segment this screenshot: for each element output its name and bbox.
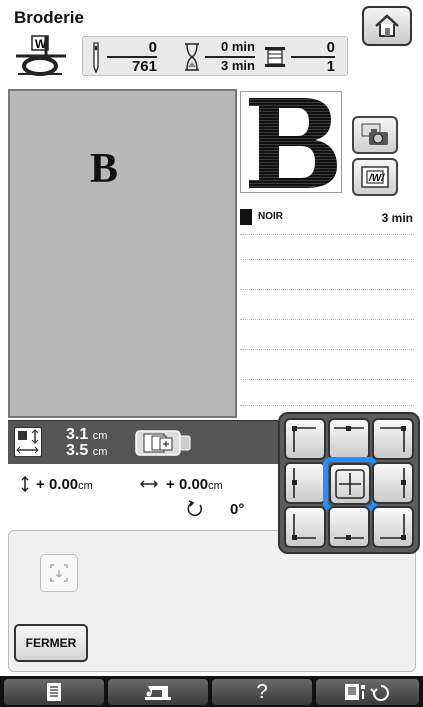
center-crosshair-icon	[335, 469, 365, 499]
pad-top-left-button[interactable]	[284, 418, 326, 460]
color-total: 1	[326, 58, 335, 75]
sewing-sheet-button[interactable]	[4, 679, 104, 705]
thread-color-name: NOIR	[258, 211, 283, 222]
bottom-right-corner-icon	[380, 514, 406, 540]
color-list-divider	[240, 234, 414, 235]
settings-button[interactable]	[316, 679, 419, 705]
start-position-pad	[278, 412, 420, 554]
help-button[interactable]: ?	[212, 679, 312, 705]
top-center-icon	[334, 426, 364, 431]
letter-b-stitch-image	[249, 98, 337, 188]
sewing-machine-icon	[145, 686, 171, 700]
horizontal-offset-icon	[140, 480, 158, 488]
needle-icon	[93, 42, 99, 73]
home-button[interactable]	[362, 6, 412, 46]
time-total: 3 min	[221, 58, 255, 73]
time-current: 0 min	[221, 39, 255, 54]
middle-left-icon	[292, 468, 297, 498]
pad-middle-left-button[interactable]	[284, 462, 326, 504]
color-list-item[interactable]: NOIR 3 min	[240, 206, 423, 232]
pad-middle-right-button[interactable]	[372, 462, 414, 504]
pattern-thumbnail	[240, 91, 342, 193]
color-current: 0	[326, 39, 335, 56]
hourglass-icon	[185, 43, 199, 71]
stitch-stats-bar: 0 761 0 min 3 min 0 1	[82, 36, 348, 76]
settings-machine-icon	[344, 684, 389, 701]
rotation-icon	[187, 500, 203, 517]
thread-color-time: 3 min	[381, 211, 413, 225]
home-icon	[375, 14, 399, 37]
preview-letter: B	[90, 146, 118, 192]
stitch-view-button[interactable]: /W/	[352, 158, 398, 196]
bottom-left-corner-icon	[292, 514, 316, 540]
pad-top-center-button[interactable]	[328, 418, 370, 460]
vertical-offset-icon	[21, 476, 29, 492]
pad-bottom-right-button[interactable]	[372, 506, 414, 548]
stitch-view-icon: /W/	[361, 166, 389, 188]
pad-center-button[interactable]	[329, 463, 371, 505]
color-list-divider	[240, 405, 414, 406]
rotation-angle: 0°	[230, 501, 245, 518]
size-info-bar: 3.1 cm 3.5 cm	[8, 420, 278, 464]
offset-info: + 0.00cm + 0.00cm 0°	[8, 470, 278, 530]
color-list-divider	[240, 349, 414, 350]
color-list-divider	[240, 259, 414, 260]
svg-text:/W/: /W/	[368, 173, 385, 184]
stitch-current: 0	[148, 39, 157, 56]
thread-color-swatch	[240, 209, 252, 225]
top-left-corner-icon	[292, 426, 316, 452]
page-title: Broderie	[14, 8, 84, 27]
size-width: 3.5 cm	[66, 442, 108, 459]
vertical-offset: + 0.00cm	[36, 476, 93, 493]
close-button[interactable]: FERMER	[14, 624, 88, 662]
camera-icon	[361, 123, 388, 145]
bottom-center-icon	[334, 535, 364, 540]
embroidery-preview[interactable]	[8, 89, 237, 418]
size-dimensions-icon	[14, 427, 42, 457]
trial-embroidery-button[interactable]	[40, 554, 78, 592]
pad-top-right-button[interactable]	[372, 418, 414, 460]
trial-frame-icon	[50, 564, 68, 582]
horizontal-offset: + 0.00cm	[166, 476, 223, 493]
color-list-divider	[240, 289, 414, 290]
color-list-divider	[240, 319, 414, 320]
sewing-machine-button[interactable]	[108, 679, 208, 705]
pad-center-button-selected[interactable]	[323, 457, 377, 511]
camera-button[interactable]	[352, 116, 398, 154]
middle-right-icon	[401, 468, 406, 498]
pad-bottom-center-button[interactable]	[328, 506, 370, 548]
hoop-size-icon	[134, 428, 192, 458]
thread-spool-icon	[265, 47, 285, 67]
presser-foot-w-icon: W	[12, 34, 70, 78]
pad-bottom-left-button[interactable]	[284, 506, 326, 548]
top-right-corner-icon	[380, 426, 406, 452]
color-list-divider	[240, 379, 414, 380]
document-icon	[47, 683, 61, 701]
stitch-total: 761	[131, 58, 157, 75]
